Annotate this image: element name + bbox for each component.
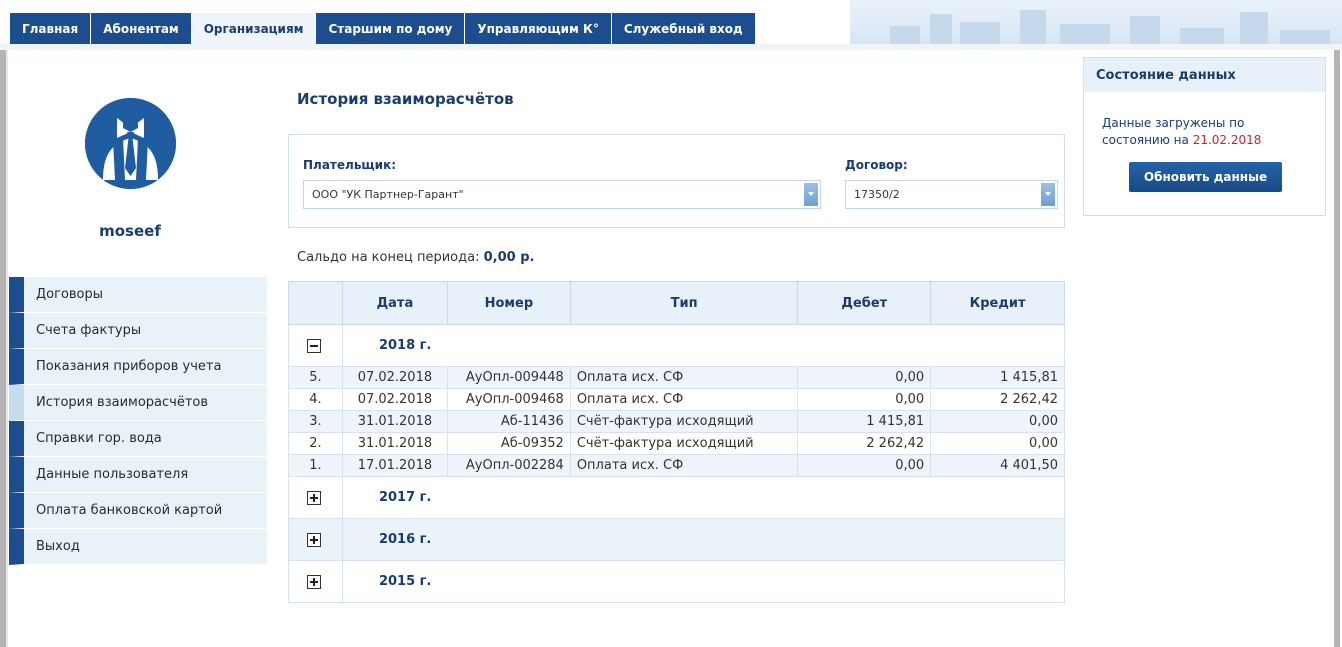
top-navigation: Главная Абонентам Организациям Старшим п… bbox=[0, 0, 1342, 44]
data-status-date: 21.02.2018 bbox=[1192, 133, 1262, 147]
row-index: 1. bbox=[288, 454, 343, 477]
sidebar-item-contracts[interactable]: Договоры bbox=[9, 277, 267, 313]
row-credit: 0,00 bbox=[930, 432, 1065, 455]
row-index: 4. bbox=[288, 388, 343, 411]
year-label: 2016 г. bbox=[341, 518, 1066, 561]
nav-tabs: Главная Абонентам Организациям Старшим п… bbox=[10, 13, 756, 44]
col-header-toggle bbox=[288, 281, 343, 325]
contract-label: Договор: bbox=[845, 158, 908, 172]
col-header-date[interactable]: Дата bbox=[341, 281, 448, 325]
tab-house-seniors[interactable]: Старшим по дому bbox=[316, 13, 466, 44]
row-type: Оплата исх. СФ bbox=[569, 388, 799, 411]
contract-select[interactable]: 17350/2 bbox=[845, 180, 1058, 209]
expand-icon[interactable] bbox=[307, 574, 321, 589]
chevron-down-icon[interactable] bbox=[804, 183, 818, 206]
payer-select-value: ООО "УК Партнер-Гарант" bbox=[312, 188, 464, 201]
table-row[interactable]: 3. 31.01.2018 Аб-11436 Счёт-фактура исхо… bbox=[288, 410, 1065, 433]
year-group-2017[interactable]: 2017 г. bbox=[288, 476, 1066, 519]
year-group-2016[interactable]: 2016 г. bbox=[288, 518, 1066, 561]
tab-management-companies[interactable]: Управляющим К° bbox=[465, 13, 612, 44]
year-group-2018[interactable]: 2018 г. bbox=[288, 324, 1066, 367]
row-index: 3. bbox=[288, 410, 343, 433]
chevron-down-icon[interactable] bbox=[1041, 183, 1055, 206]
contract-select-value: 17350/2 bbox=[854, 188, 900, 201]
filter-box: Плательщик: ООО "УК Партнер-Гарант" Дого… bbox=[288, 134, 1065, 228]
col-header-number[interactable]: Номер bbox=[446, 281, 571, 325]
row-credit: 0,00 bbox=[930, 410, 1065, 433]
data-status-title: Состояние данных bbox=[1084, 58, 1325, 92]
row-debit: 0,00 bbox=[797, 388, 932, 411]
data-status-text: Данные загружены по состоянию на 21.02.2… bbox=[1102, 115, 1312, 149]
row-date: 17.01.2018 bbox=[341, 454, 448, 477]
sidebar-item-user-data[interactable]: Данные пользователя bbox=[9, 457, 267, 493]
username: moseef bbox=[99, 222, 161, 240]
table-row[interactable]: 2. 31.01.2018 Аб-09352 Счёт-фактура исхо… bbox=[288, 432, 1065, 455]
col-header-debit[interactable]: Дебет bbox=[797, 281, 932, 325]
page-title: История взаиморасчётов bbox=[297, 90, 514, 108]
row-debit: 0,00 bbox=[797, 366, 932, 389]
row-date: 31.01.2018 bbox=[341, 410, 448, 433]
tab-subscribers[interactable]: Абонентам bbox=[91, 13, 192, 44]
settlement-history-table: Дата Номер Тип Дебет Кредит 2018 г. 5. 0… bbox=[288, 281, 1066, 603]
closing-balance-label: Сальдо на конец периода: bbox=[297, 250, 480, 265]
row-debit: 1 415,81 bbox=[797, 410, 932, 433]
row-debit: 2 262,42 bbox=[797, 432, 932, 455]
table-row[interactable]: 4. 07.02.2018 АуОпл-009468 Оплата исх. С… bbox=[288, 388, 1065, 411]
expand-icon[interactable] bbox=[307, 490, 321, 505]
col-header-credit[interactable]: Кредит bbox=[930, 281, 1065, 325]
business-suit-icon bbox=[85, 98, 176, 189]
sidebar-item-card-payment[interactable]: Оплата банковской картой bbox=[9, 493, 267, 529]
row-credit: 2 262,42 bbox=[930, 388, 1065, 411]
sidebar-item-meter-readings[interactable]: Показания приборов учета bbox=[9, 349, 267, 385]
sidebar-item-logout[interactable]: Выход bbox=[9, 529, 267, 565]
col-header-type[interactable]: Тип bbox=[569, 281, 799, 325]
table-header-row: Дата Номер Тип Дебет Кредит bbox=[288, 281, 1065, 325]
closing-balance-value: 0,00 р. bbox=[483, 250, 535, 265]
row-type: Счёт-фактура исходящий bbox=[569, 432, 799, 455]
row-credit: 4 401,50 bbox=[930, 454, 1065, 477]
sidebar-menu: Договоры Счета фактуры Показания приборо… bbox=[9, 277, 267, 565]
row-credit: 1 415,81 bbox=[930, 366, 1065, 389]
nav-divider bbox=[0, 44, 1342, 50]
row-date: 07.02.2018 bbox=[341, 388, 448, 411]
row-type: Оплата исх. СФ bbox=[569, 454, 799, 477]
tab-service-login[interactable]: Служебный вход bbox=[611, 13, 756, 44]
year-group-2015[interactable]: 2015 г. bbox=[288, 560, 1066, 603]
row-index: 5. bbox=[288, 366, 343, 389]
row-type: Оплата исх. СФ bbox=[569, 366, 799, 389]
year-label: 2017 г. bbox=[341, 476, 1066, 519]
sidebar-item-hot-water-certificates[interactable]: Справки гор. вода bbox=[9, 421, 267, 457]
tab-organizations[interactable]: Организациям bbox=[191, 13, 317, 44]
closing-balance: Сальдо на конец периода: 0,00 р. bbox=[297, 250, 534, 265]
row-index: 2. bbox=[288, 432, 343, 455]
payer-select[interactable]: ООО "УК Партнер-Гарант" bbox=[303, 180, 821, 209]
row-number: Аб-11436 bbox=[446, 410, 571, 433]
sidebar-item-settlement-history[interactable]: История взаиморасчётов bbox=[9, 385, 267, 421]
update-data-button[interactable]: Обновить данные bbox=[1129, 162, 1282, 192]
sidebar-item-invoices[interactable]: Счета фактуры bbox=[9, 313, 267, 349]
row-date: 07.02.2018 bbox=[341, 366, 448, 389]
tab-main[interactable]: Главная bbox=[10, 13, 92, 44]
year-label: 2015 г. bbox=[341, 560, 1066, 603]
row-number: Аб-09352 bbox=[446, 432, 571, 455]
expand-icon[interactable] bbox=[307, 532, 321, 547]
window-frame-right bbox=[1334, 50, 1340, 647]
data-status-panel: Состояние данных Данные загружены по сос… bbox=[1083, 57, 1326, 216]
payer-label: Плательщик: bbox=[303, 158, 397, 172]
year-label: 2018 г. bbox=[341, 324, 1066, 367]
header-skyline-decoration bbox=[850, 0, 1342, 44]
row-date: 31.01.2018 bbox=[341, 432, 448, 455]
row-number: АуОпл-009448 bbox=[446, 366, 571, 389]
row-number: АуОпл-002284 bbox=[446, 454, 571, 477]
row-type: Счёт-фактура исходящий bbox=[569, 410, 799, 433]
row-number: АуОпл-009468 bbox=[446, 388, 571, 411]
table-row[interactable]: 1. 17.01.2018 АуОпл-002284 Оплата исх. С… bbox=[288, 454, 1065, 477]
collapse-icon[interactable] bbox=[307, 338, 321, 353]
table-row[interactable]: 5. 07.02.2018 АуОпл-009448 Оплата исх. С… bbox=[288, 366, 1065, 389]
row-debit: 0,00 bbox=[797, 454, 932, 477]
window-frame-left bbox=[0, 50, 8, 647]
